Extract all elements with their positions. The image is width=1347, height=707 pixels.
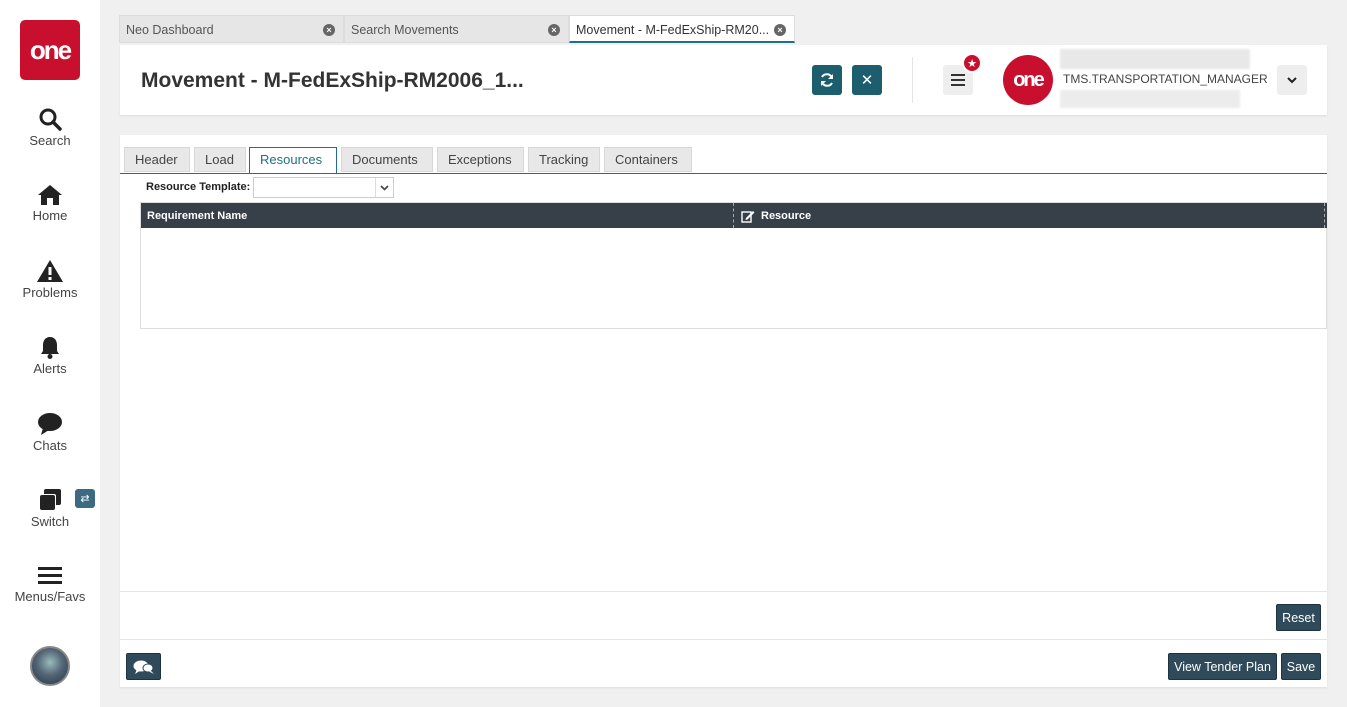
close-button[interactable]: ✕: [852, 65, 882, 95]
refresh-icon: [821, 73, 833, 87]
switch-badge-icon[interactable]: ⇄: [75, 489, 95, 508]
rail-item-menus[interactable]: Menus/Favs: [0, 565, 100, 604]
column-resource[interactable]: Resource: [761, 210, 811, 222]
tab-label: Movement - M-FedExShip-RM20...: [576, 23, 770, 37]
warning-icon: [37, 260, 63, 282]
column-separator[interactable]: [1324, 203, 1325, 228]
switch-icon: [39, 489, 61, 511]
rail-item-label: Home: [32, 208, 68, 223]
subtab-exceptions[interactable]: Exceptions: [437, 147, 524, 172]
page-title: Movement - M-FedExShip-RM2006_1...: [141, 69, 524, 92]
hamburger-icon: [38, 567, 62, 584]
subtab-documents[interactable]: Documents: [341, 147, 433, 172]
column-separator[interactable]: [733, 203, 734, 228]
user-avatar[interactable]: one: [1003, 55, 1053, 105]
tab-movement[interactable]: Movement - M-FedExShip-RM20... ×: [569, 15, 795, 43]
refresh-button[interactable]: [812, 65, 842, 95]
star-icon[interactable]: ★: [962, 53, 982, 73]
view-tender-plan-button[interactable]: View Tender Plan: [1168, 653, 1277, 680]
left-rail: one Search Home Problems Alerts Chats Sw…: [0, 0, 100, 707]
reset-button[interactable]: Reset: [1276, 604, 1321, 631]
rail-item-label: Chats: [33, 438, 67, 453]
tab-search-movements[interactable]: Search Movements ×: [344, 15, 569, 43]
chevron-down-icon[interactable]: [375, 178, 393, 197]
resource-template-select[interactable]: [253, 177, 394, 198]
rail-item-problems[interactable]: Problems: [0, 259, 100, 300]
rail-item-search[interactable]: Search: [0, 107, 100, 148]
bell-icon: [41, 337, 59, 359]
subtab-header[interactable]: Header: [124, 147, 190, 172]
tab-label: Search Movements: [351, 23, 459, 37]
user-role: TMS.TRANSPORTATION_MANAGER: [1063, 72, 1268, 86]
column-requirement-name[interactable]: Requirement Name: [147, 210, 247, 222]
chevron-down-icon: [1287, 76, 1297, 83]
rail-item-alerts[interactable]: Alerts: [0, 335, 100, 376]
chat-icon: [133, 660, 154, 674]
subtab-load[interactable]: Load: [194, 147, 246, 172]
chat-icon: [38, 413, 62, 435]
subtab-containers[interactable]: Containers: [604, 147, 692, 172]
rail-item-label: Menus/Favs: [14, 589, 86, 604]
chat-button[interactable]: [126, 653, 161, 680]
rail-item-label: Search: [29, 133, 71, 148]
page-header: Movement - M-FedExShip-RM2006_1... ✕ ★ o…: [120, 45, 1327, 115]
main-panel: Header Load Resources Documents Exceptio…: [120, 135, 1327, 687]
home-icon: [38, 185, 62, 205]
resources-grid: Requirement Name Resource: [140, 202, 1327, 329]
rail-item-home[interactable]: Home: [0, 184, 100, 223]
close-icon[interactable]: ×: [323, 24, 335, 36]
close-icon[interactable]: ×: [774, 24, 786, 36]
subtab-tracking[interactable]: Tracking: [528, 147, 600, 172]
redacted-username: [1060, 49, 1250, 69]
edit-icon: [741, 209, 755, 226]
footer-divider: [120, 591, 1327, 592]
rail-item-label: Switch: [30, 514, 70, 529]
subtab-resources[interactable]: Resources: [249, 147, 337, 174]
save-button[interactable]: Save: [1281, 653, 1321, 680]
rail-item-label: Alerts: [33, 361, 67, 376]
grid-header: Requirement Name Resource: [141, 203, 1327, 228]
subtab-underline: [120, 173, 1327, 174]
footer-divider: [120, 639, 1327, 640]
assistant-avatar[interactable]: [30, 646, 70, 686]
list-icon: [951, 74, 965, 86]
search-icon: [39, 108, 62, 131]
tab-label: Neo Dashboard: [126, 23, 214, 37]
rail-item-label: Problems: [22, 285, 78, 300]
close-icon[interactable]: ×: [548, 24, 560, 36]
redacted-org: [1060, 90, 1240, 108]
app-logo[interactable]: one: [20, 20, 80, 80]
rail-item-chats[interactable]: Chats: [0, 412, 100, 453]
user-menu-button[interactable]: [1277, 65, 1307, 95]
resource-template-label: Resource Template:: [146, 181, 251, 193]
header-divider: [912, 57, 913, 103]
tab-neo-dashboard[interactable]: Neo Dashboard ×: [119, 15, 344, 43]
close-icon: ✕: [860, 72, 874, 89]
